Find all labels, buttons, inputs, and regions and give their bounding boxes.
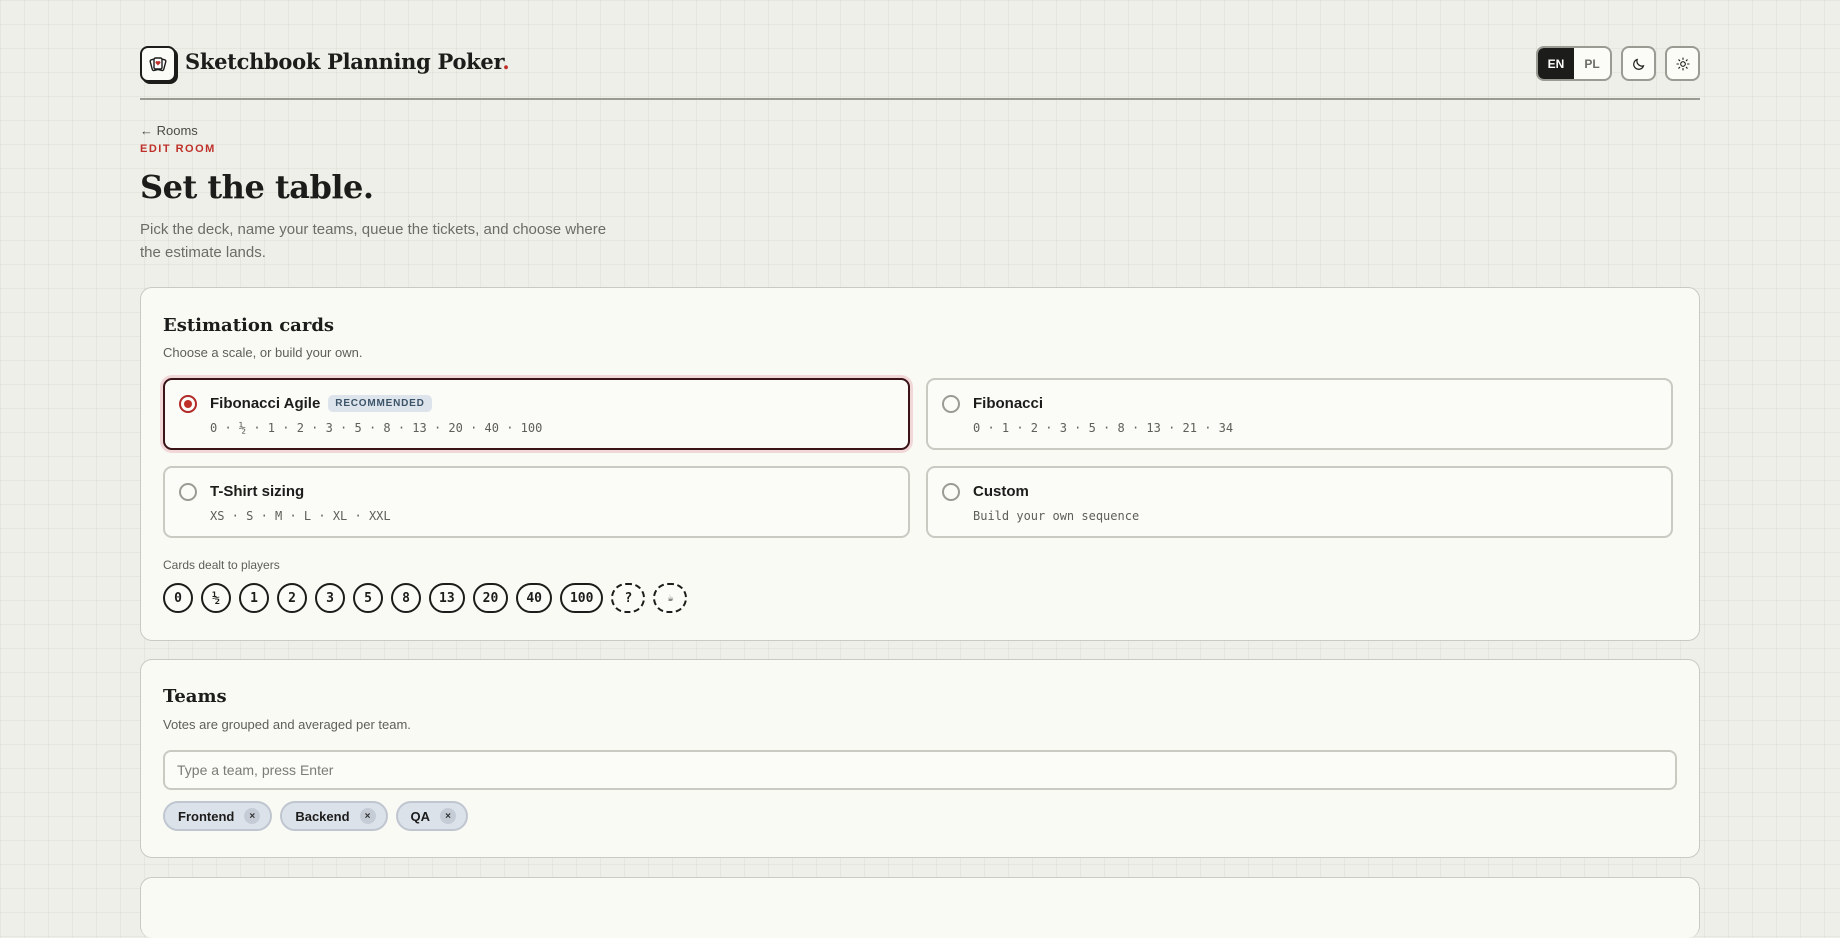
option-sequence: 0 · 1 · 2 · 3 · 5 · 8 · 13 · 21 · 34 [973,421,1234,435]
page-description: Pick the deck, name your teams, queue th… [140,221,607,261]
team-name-input[interactable] [163,750,1677,790]
section-title: Estimation cards [163,315,335,336]
deck-option-fibonacci[interactable]: Fibonacci 0 · 1 · 2 · 3 · 5 · 8 · 13 · 2… [926,378,1673,450]
card-chip[interactable]: 8 [391,583,421,613]
card-chip[interactable]: 100 [559,583,604,613]
card-chip[interactable]: 2 [277,583,307,613]
lang-en-button[interactable]: EN [1538,48,1574,79]
team-tag-qa: QA × [395,801,469,831]
back-to-rooms-link[interactable]: ← Rooms [140,123,198,138]
next-panel [140,877,1700,938]
deck-option-fibonacci-agile[interactable]: Fibonacci Agile RECOMMENDED 0 · ½ · 1 · 2… [163,378,910,450]
recommended-badge: RECOMMENDED [328,395,432,412]
deck-option-custom[interactable]: Custom Build your own sequence [926,466,1673,538]
remove-tag-icon[interactable]: × [359,808,376,824]
radio-icon[interactable] [179,483,197,501]
card-chip[interactable]: 40 [516,583,552,613]
option-name: T-Shirt sizing [210,483,305,500]
team-tag-frontend: Frontend × [163,801,273,831]
light-mode-button[interactable] [1665,46,1700,81]
card-chip[interactable]: ½ [201,583,231,613]
option-name: Custom [973,483,1029,500]
card-chip[interactable]: 0 [163,583,193,613]
card-chip[interactable]: 13 [429,583,465,613]
remove-tag-icon[interactable]: × [244,808,261,824]
option-name: Fibonacci [973,395,1044,412]
team-tag-backend: Backend × [280,801,388,831]
tag-label: Frontend [178,808,235,824]
brand-title: Sketchbook Planning Poker. [185,49,510,74]
dark-mode-button[interactable] [1621,46,1656,81]
sun-icon [1675,56,1690,71]
tag-label: Backend [295,808,350,824]
option-sequence: XS · S · M · L · XL · XXL [210,509,391,523]
page: Sketchbook Planning Poker. EN PL ← Rooms… [140,0,1700,938]
tag-label: QA [410,808,431,824]
language-switch: EN PL [1536,46,1612,81]
section-subtitle: Votes are grouped and averaged per team. [163,717,411,732]
section-title: Teams [163,686,227,707]
dealt-cards-row: 0 ½ 1 2 3 5 8 13 20 40 100 ? ☕ [163,583,695,613]
question-card-chip[interactable]: ? [611,583,646,613]
lang-pl-button[interactable]: PL [1574,48,1610,79]
page-title: Set the table. [140,168,374,206]
team-tags: Frontend × Backend × QA × [163,801,476,831]
option-name: Fibonacci Agile [210,395,321,412]
arrow-left-icon: ← [140,123,153,138]
moon-icon [1632,58,1644,70]
deck-option-tshirt[interactable]: T-Shirt sizing XS · S · M · L · XL · XXL [163,466,910,538]
estimation-cards-panel: Estimation cards Choose a scale, or buil… [140,287,1700,641]
dealt-cards-label: Cards dealt to players [163,558,280,572]
teams-panel: Teams Votes are grouped and averaged per… [140,659,1700,858]
radio-selected-icon[interactable] [179,395,197,413]
option-sequence: 0 · ½ · 1 · 2 · 3 · 5 · 8 · 13 · 20 · 40… [210,421,543,435]
card-chip[interactable]: 3 [315,583,345,613]
remove-tag-icon[interactable]: × [440,808,457,824]
card-chip[interactable]: 5 [353,583,383,613]
section-subtitle: Choose a scale, or build your own. [163,345,363,360]
card-chip[interactable]: 1 [239,583,269,613]
radio-icon[interactable] [942,395,960,413]
eyebrow-label: EDIT ROOM [140,143,216,155]
card-chip[interactable]: 20 [472,583,509,613]
coffee-card-icon[interactable]: ☕ [653,583,688,613]
option-sequence: Build your own sequence [973,509,1140,523]
logo-cards-icon[interactable] [140,46,176,82]
top-bar: Sketchbook Planning Poker. EN PL [140,0,1700,100]
radio-icon[interactable] [942,483,960,501]
